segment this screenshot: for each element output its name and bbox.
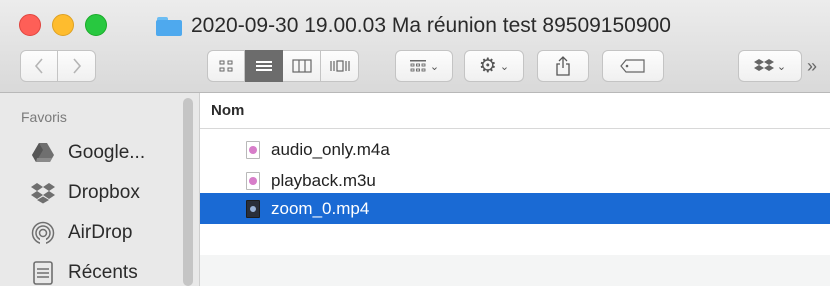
list-view-icon — [255, 61, 272, 71]
folder-icon — [156, 16, 182, 36]
share-icon — [556, 56, 570, 76]
sidebar-item-google-drive[interactable]: Google... — [30, 135, 145, 171]
gear-icon: ⚙ — [478, 55, 497, 77]
window-toolbar: 2020-09-30 19.00.03 Ma réunion test 8950… — [0, 0, 830, 93]
chevron-right-icon — [72, 58, 81, 74]
file-row-playlist[interactable]: playback.m3u — [200, 165, 830, 196]
playlist-file-icon — [246, 171, 260, 190]
audio-file-icon — [246, 140, 260, 159]
action-menu-button[interactable]: ⚙ ⌄ — [464, 50, 524, 82]
sidebar-heading: Favoris — [21, 109, 67, 125]
google-drive-icon — [30, 140, 56, 166]
chevron-down-icon: ⌄ — [499, 60, 510, 73]
view-mode-group — [207, 50, 359, 82]
dropbox-icon — [30, 180, 56, 206]
group-by-button[interactable]: ⌄ — [395, 50, 453, 82]
file-name: zoom_0.mp4 — [271, 198, 370, 218]
icon-view-button[interactable] — [207, 50, 245, 82]
window-title: 2020-09-30 19.00.03 Ma réunion test 8950… — [156, 11, 671, 41]
gallery-view-button[interactable] — [321, 50, 359, 82]
empty-row — [200, 224, 830, 255]
sidebar-item-airdrop[interactable]: AirDrop — [30, 215, 132, 251]
sidebar-item-label: Dropbox — [68, 182, 140, 203]
dropbox-icon — [753, 59, 774, 71]
column-header-name[interactable]: Nom — [200, 93, 830, 129]
chevron-down-icon: ⌄ — [776, 60, 787, 73]
sidebar-scrollbar[interactable] — [183, 98, 193, 286]
file-list: Nom audio_only.m4a playback.m3u zoom_0.m… — [200, 93, 830, 286]
close-window-button[interactable] — [19, 14, 41, 36]
file-row-video[interactable]: zoom_0.mp4 — [200, 193, 830, 224]
dropbox-menu-button[interactable]: ⌄ — [738, 50, 802, 82]
video-file-icon — [246, 199, 260, 218]
file-name: playback.m3u — [271, 170, 376, 190]
group-icon — [409, 60, 426, 72]
tags-button[interactable] — [602, 50, 664, 82]
sidebar-item-dropbox[interactable]: Dropbox — [30, 175, 140, 211]
back-button[interactable] — [20, 50, 58, 82]
airdrop-icon — [30, 220, 56, 246]
file-row-audio[interactable]: audio_only.m4a — [200, 134, 830, 165]
list-view-button[interactable] — [245, 50, 283, 82]
recents-icon — [30, 260, 56, 286]
chevron-left-icon — [34, 58, 43, 74]
share-button[interactable] — [537, 50, 589, 82]
icon-view-icon — [219, 60, 233, 72]
forward-button[interactable] — [58, 50, 96, 82]
zoom-window-button[interactable] — [85, 14, 107, 36]
toolbar-overflow-button[interactable]: » — [807, 56, 817, 77]
navigation-buttons — [20, 50, 97, 82]
column-view-button[interactable] — [283, 50, 321, 82]
tag-icon — [620, 59, 645, 73]
column-view-icon — [291, 59, 312, 73]
sidebar: Favoris Google... Dropbox AirDrop Récent… — [0, 93, 200, 286]
minimize-window-button[interactable] — [52, 14, 74, 36]
window-title-text: 2020-09-30 19.00.03 Ma réunion test 8950… — [191, 14, 671, 37]
sidebar-item-label: Google... — [68, 142, 146, 163]
chevron-down-icon: ⌄ — [429, 60, 440, 73]
gallery-view-icon — [329, 60, 350, 72]
file-name: audio_only.m4a — [271, 139, 390, 159]
sidebar-item-label: Récents — [68, 262, 138, 283]
empty-row — [200, 255, 830, 286]
sidebar-item-label: AirDrop — [68, 222, 133, 243]
